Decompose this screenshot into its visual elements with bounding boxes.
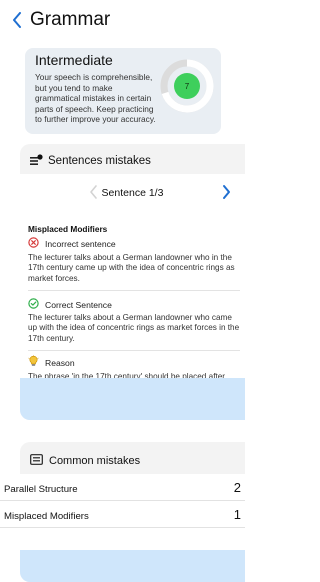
list-item[interactable]: Parallel Structure 2 (0, 474, 245, 501)
incorrect-row: Incorrect sentence (28, 235, 116, 253)
sentence-counter: Sentence 1/3 (101, 187, 164, 199)
mistakes-title: Sentences mistakes (48, 155, 151, 167)
list-item[interactable]: Misplaced Modifiers 1 (0, 501, 245, 528)
reason-label: Reason (45, 358, 75, 368)
correct-label: Correct Sentence (45, 300, 112, 310)
reason-row: Reason (28, 354, 75, 372)
common-header: Common mistakes (30, 452, 140, 470)
score-value: 7 (184, 81, 190, 91)
common-title: Common mistakes (49, 455, 141, 467)
error-circle-icon (28, 235, 39, 253)
mistake-name: Misplaced Modifiers (4, 511, 89, 522)
mistake-count: 1 (233, 507, 241, 522)
sentence-nav: Sentence 1/3 (20, 184, 245, 202)
common-mistakes-card: Common mistakes Parallel Structure 2 Mis… (0, 442, 245, 582)
card-footer-band (20, 550, 245, 582)
lightbulb-icon (28, 354, 39, 372)
mistake-category: Misplaced Modifiers (28, 224, 108, 234)
incorrect-sentence: The lecturer talks about a German landow… (28, 253, 235, 283)
check-circle-icon (28, 296, 39, 314)
mistake-name: Parallel Structure (4, 484, 78, 495)
divider (28, 350, 240, 351)
divider (28, 290, 240, 291)
correct-sentence: The lecturer talks about a German landow… (28, 313, 240, 343)
card-footer-band (20, 378, 245, 420)
next-sentence-icon[interactable] (222, 184, 232, 205)
back-chevron-icon[interactable] (8, 10, 26, 30)
level-title: Intermediate (35, 52, 113, 68)
incorrect-label: Incorrect sentence (45, 239, 116, 249)
list-box-icon (30, 452, 43, 470)
list-alert-icon (30, 152, 43, 170)
level-description: Your speech is comprehensible, but you t… (35, 72, 156, 125)
header: Grammar (8, 8, 237, 32)
sentences-mistakes-card: Sentences mistakes Sentence 1/3 Misplace… (20, 144, 245, 420)
mistake-count: 2 (233, 480, 241, 495)
mistakes-header: Sentences mistakes (30, 152, 151, 170)
level-card: Intermediate Your speech is comprehensib… (25, 48, 221, 134)
page-title: Grammar (30, 9, 111, 30)
correct-row: Correct Sentence (28, 296, 112, 314)
mistakes-body: Sentence 1/3 Misplaced Modifiers Incorre… (20, 174, 245, 402)
